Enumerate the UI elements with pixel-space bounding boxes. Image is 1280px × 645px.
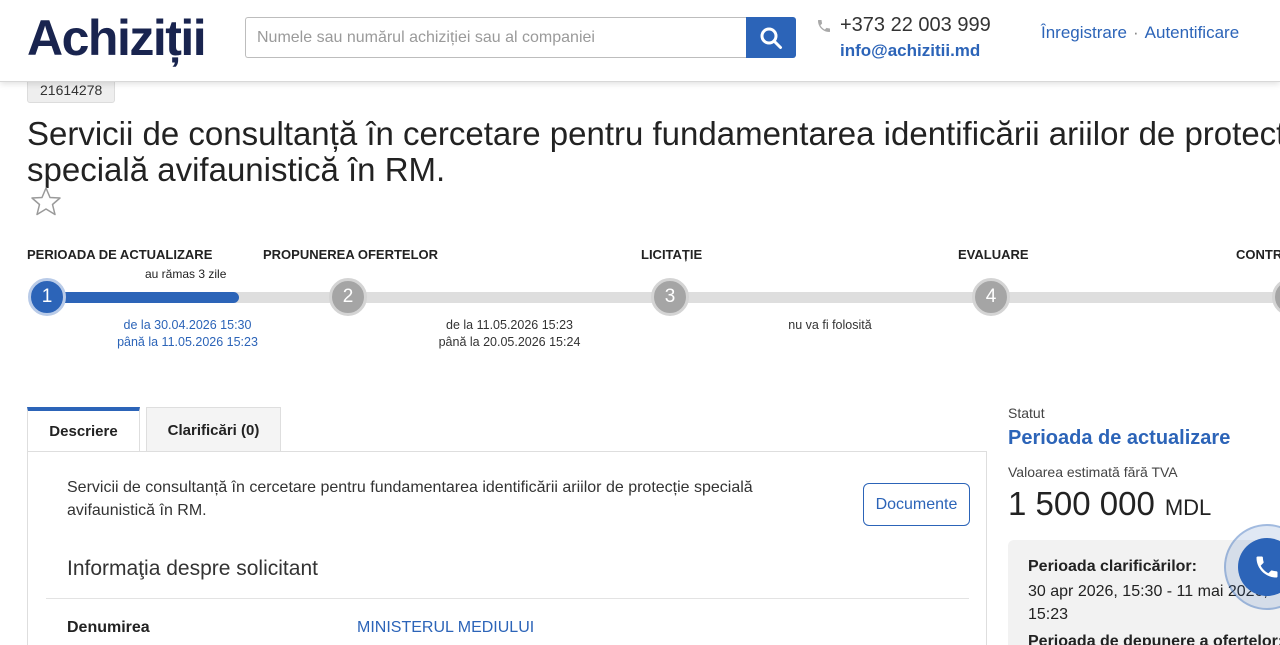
step-label-1: PERIOADA DE ACTUALIZARE — [27, 247, 213, 262]
step-label-2: PROPUNEREA OFERTELOR — [263, 247, 439, 262]
tab-clarifications[interactable]: Clarificări (0) — [146, 407, 281, 452]
phone-icon — [818, 19, 830, 32]
search-button[interactable] — [746, 17, 796, 58]
contact-info: +373 22 003 999 info@achizitii.md — [816, 14, 991, 60]
logo-text: Achiziții — [27, 10, 207, 66]
phone-row: +373 22 003 999 — [816, 14, 991, 37]
documents-button[interactable]: Documente — [863, 483, 970, 526]
callback-inner — [1238, 538, 1280, 596]
step-circle-3: 3 — [651, 278, 689, 316]
offers-period-title: Perioada de depunere a ofertelor: — [1028, 633, 1280, 645]
tender-description: Servicii de consultanță în cercetare pen… — [67, 479, 753, 519]
step-label-3: LICITAȚIE — [641, 247, 703, 262]
step-circle-2: 2 — [329, 278, 367, 316]
title-line-2: specială avifaunistică în RM. — [27, 151, 446, 188]
register-link[interactable]: Înregistrare — [1041, 23, 1127, 42]
phone-number[interactable]: +373 22 003 999 — [840, 14, 991, 37]
step-circle-1: 1 — [28, 278, 66, 316]
step-label-4: EVALUARE — [958, 247, 1029, 262]
estimated-value-currency: MDL — [1164, 495, 1212, 520]
requester-name-link[interactable]: MINISTERUL MEDIULUI — [357, 619, 534, 637]
search-input[interactable] — [245, 17, 747, 58]
estimated-value: 1 500 000 MDL — [1008, 485, 1211, 523]
star-icon — [31, 187, 61, 216]
step-2-date-from: de la 11.05.2026 15:23 — [446, 318, 573, 332]
progress-fill — [47, 292, 239, 303]
login-link[interactable]: Autentificare — [1145, 23, 1240, 42]
favorite-star-button[interactable] — [30, 186, 62, 221]
status-label: Statut — [1008, 405, 1045, 421]
step-1-date-from: de la 30.04.2026 15:30 — [123, 318, 252, 332]
requester-name-label: Denumirea — [67, 619, 150, 636]
auth-links: Înregistrare · Autentificare — [1041, 23, 1239, 43]
tab-description[interactable]: Descriere — [27, 407, 140, 452]
auth-separator: · — [1132, 23, 1139, 42]
search-icon — [760, 27, 782, 49]
search-bar — [245, 17, 796, 58]
remaining-time: au rămas 3 zile — [145, 267, 227, 281]
site-header: Achiziții +373 22 003 999 info@achizitii… — [0, 0, 1280, 82]
requester-section-title: Informaţia despre solicitant — [67, 557, 318, 580]
step-circle-5 — [1272, 278, 1280, 316]
estimated-value-label: Valoarea estimată fără TVA — [1008, 464, 1178, 480]
page-title: Servicii de consultanță în cercetare pen… — [27, 116, 1280, 188]
step-2-dates: de la 11.05.2026 15:23 până la 20.05.202… — [432, 317, 587, 351]
step-3-dates: nu va fi folosită — [760, 317, 900, 334]
title-line-1: Servicii de consultanță în cercetare pen… — [27, 115, 1280, 152]
step-1-date-to: până la 11.05.2026 15:23 — [117, 335, 258, 349]
section-divider — [46, 598, 969, 599]
step-label-5: CONTR — [1236, 247, 1280, 262]
status-value: Perioada de actualizare — [1008, 427, 1231, 449]
step-2-date-to: până la 20.05.2026 15:24 — [438, 335, 581, 349]
step-circle-4: 4 — [972, 278, 1010, 316]
email-link[interactable]: info@achizitii.md — [840, 41, 980, 61]
site-logo[interactable]: Achiziții — [27, 6, 207, 70]
phone-call-icon — [1256, 556, 1278, 578]
description-panel: Servicii de consultanță în cercetare pen… — [27, 451, 987, 645]
step-1-dates: de la 30.04.2026 15:30 până la 11.05.202… — [110, 317, 265, 351]
estimated-value-amount: 1 500 000 — [1008, 485, 1155, 522]
step-3-note: nu va fi folosită — [788, 318, 872, 332]
